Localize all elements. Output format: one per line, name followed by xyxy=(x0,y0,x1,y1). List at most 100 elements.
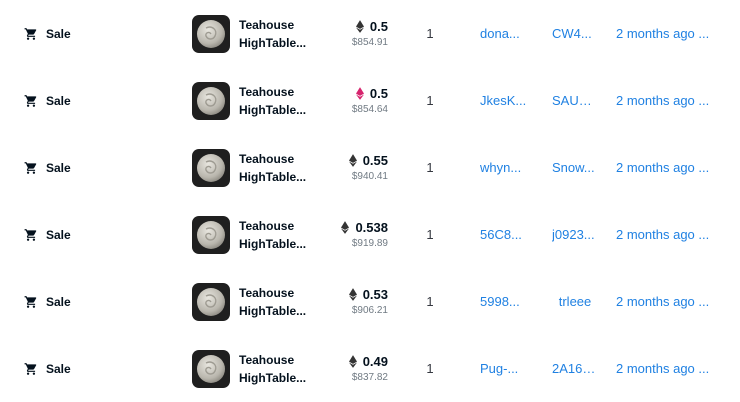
from-link[interactable]: whyn... xyxy=(480,134,528,201)
price-cell: 0.55 $940.41 xyxy=(320,134,388,201)
to-link-text[interactable]: 2A168E xyxy=(552,361,598,376)
price-value: 0.538 xyxy=(355,220,388,235)
item-name-line2[interactable]: HighTable... xyxy=(239,101,311,119)
item-cell[interactable]: Teahouse HighTable... xyxy=(192,201,332,268)
time-link-text[interactable]: 2 months ago ... xyxy=(616,93,716,108)
ethereum-icon xyxy=(355,20,364,33)
event-label: Sale xyxy=(46,227,71,242)
from-link-text[interactable]: whyn... xyxy=(480,160,528,175)
item-name-line2[interactable]: HighTable... xyxy=(239,235,311,253)
price-usd: $919.89 xyxy=(351,238,388,249)
to-link[interactable]: 2A168E xyxy=(552,335,598,402)
from-link-text[interactable]: 56C8... xyxy=(480,227,528,242)
item-name-line1[interactable]: Teahouse xyxy=(239,351,311,369)
event-label: Sale xyxy=(46,93,71,108)
cart-icon xyxy=(24,94,37,107)
time-link[interactable]: 2 months ago ... xyxy=(616,335,716,402)
item-thumbnail[interactable] xyxy=(192,215,230,254)
from-link-text[interactable]: 5998... xyxy=(480,294,528,309)
table-row: Sale Teahouse HighTable... 0.55 $940.41 … xyxy=(0,134,740,201)
price-value: 0.55 xyxy=(362,153,388,168)
item-name[interactable]: Teahouse HighTable... xyxy=(239,351,311,387)
time-link[interactable]: 2 months ago ... xyxy=(616,67,716,134)
from-link[interactable]: 5998... xyxy=(480,268,528,335)
item-cell[interactable]: Teahouse HighTable... xyxy=(192,335,332,402)
ethereum-icon xyxy=(348,355,357,368)
price-value: 0.49 xyxy=(362,354,388,369)
time-link[interactable]: 2 months ago ... xyxy=(616,201,716,268)
item-name-line1[interactable]: Teahouse xyxy=(239,150,311,168)
time-link[interactable]: 2 months ago ... xyxy=(616,134,716,201)
item-cell[interactable]: Teahouse HighTable... xyxy=(192,67,332,134)
event-cell: Sale xyxy=(24,0,174,67)
event-cell: Sale xyxy=(24,201,174,268)
time-link-text[interactable]: 2 months ago ... xyxy=(616,294,716,309)
item-name-line1[interactable]: Teahouse xyxy=(239,83,311,101)
from-link[interactable]: 56C8... xyxy=(480,201,528,268)
time-link-text[interactable]: 2 months ago ... xyxy=(616,26,716,41)
item-thumbnail[interactable] xyxy=(192,14,230,53)
item-name[interactable]: Teahouse HighTable... xyxy=(239,16,311,52)
time-link[interactable]: 2 months ago ... xyxy=(616,268,716,335)
to-link-text[interactable]: Snow... xyxy=(552,160,598,175)
from-link[interactable]: JkesK... xyxy=(480,67,528,134)
table-row: Sale Teahouse HighTable... 0.5 $854.64 1… xyxy=(0,67,740,134)
event-cell: Sale xyxy=(24,335,174,402)
item-cell[interactable]: Teahouse HighTable... xyxy=(192,268,332,335)
to-link[interactable]: SAUA... xyxy=(552,67,598,134)
quantity: 1 xyxy=(426,160,434,175)
item-thumbnail[interactable] xyxy=(192,349,230,388)
item-name-line1[interactable]: Teahouse xyxy=(239,217,311,235)
item-name-line1[interactable]: Teahouse xyxy=(239,16,311,34)
item-cell[interactable]: Teahouse HighTable... xyxy=(192,134,332,201)
time-link-text[interactable]: 2 months ago ... xyxy=(616,227,716,242)
to-link-text[interactable]: SAUA... xyxy=(552,93,598,108)
item-name[interactable]: Teahouse HighTable... xyxy=(239,83,311,119)
price-cell: 0.5 $854.64 xyxy=(320,67,388,134)
price-usd: $854.64 xyxy=(351,104,388,115)
quantity: 1 xyxy=(426,26,434,41)
quantity: 1 xyxy=(426,361,434,376)
cart-icon xyxy=(24,295,37,308)
item-thumbnail[interactable] xyxy=(192,282,230,321)
price-value: 0.53 xyxy=(362,287,388,302)
to-link[interactable]: j0923... xyxy=(552,201,598,268)
time-link-text[interactable]: 2 months ago ... xyxy=(616,361,716,376)
to-link[interactable]: CW4... xyxy=(552,0,598,67)
item-name-line2[interactable]: HighTable... xyxy=(239,168,311,186)
quantity: 1 xyxy=(426,93,434,108)
price-value: 0.5 xyxy=(369,19,388,34)
item-name[interactable]: Teahouse HighTable... xyxy=(239,150,311,186)
item-name-line2[interactable]: HighTable... xyxy=(239,369,311,387)
item-thumbnail[interactable] xyxy=(192,148,230,187)
item-name[interactable]: Teahouse HighTable... xyxy=(239,284,311,320)
cart-icon xyxy=(24,362,37,375)
event-label: Sale xyxy=(46,26,71,41)
to-link-text[interactable]: CW4... xyxy=(552,26,598,41)
price-cell: 0.53 $906.21 xyxy=(320,268,388,335)
cart-icon xyxy=(24,27,37,40)
table-row: Sale Teahouse HighTable... 0.49 $837.82 … xyxy=(0,335,740,402)
item-name[interactable]: Teahouse HighTable... xyxy=(239,217,311,253)
time-link-text[interactable]: 2 months ago ... xyxy=(616,160,716,175)
from-link-text[interactable]: Pug-... xyxy=(480,361,528,376)
item-name-line2[interactable]: HighTable... xyxy=(239,302,311,320)
event-label: Sale xyxy=(46,361,71,376)
from-link[interactable]: dona... xyxy=(480,0,528,67)
event-label: Sale xyxy=(46,294,71,309)
item-name-line1[interactable]: Teahouse xyxy=(239,284,311,302)
price-cell: 0.5 $854.91 xyxy=(320,0,388,67)
table-row: Sale Teahouse HighTable... 0.538 $919.89… xyxy=(0,201,740,268)
from-link-text[interactable]: JkesK... xyxy=(480,93,528,108)
to-link[interactable]: trleee xyxy=(552,268,598,335)
item-name-line2[interactable]: HighTable... xyxy=(239,34,311,52)
to-link[interactable]: Snow... xyxy=(552,134,598,201)
item-cell[interactable]: Teahouse HighTable... xyxy=(192,0,332,67)
from-link[interactable]: Pug-... xyxy=(480,335,528,402)
quantity: 1 xyxy=(426,294,434,309)
time-link[interactable]: 2 months ago ... xyxy=(616,0,716,67)
to-link-text[interactable]: trleee xyxy=(552,294,598,309)
item-thumbnail[interactable] xyxy=(192,81,230,120)
to-link-text[interactable]: j0923... xyxy=(552,227,598,242)
from-link-text[interactable]: dona... xyxy=(480,26,528,41)
